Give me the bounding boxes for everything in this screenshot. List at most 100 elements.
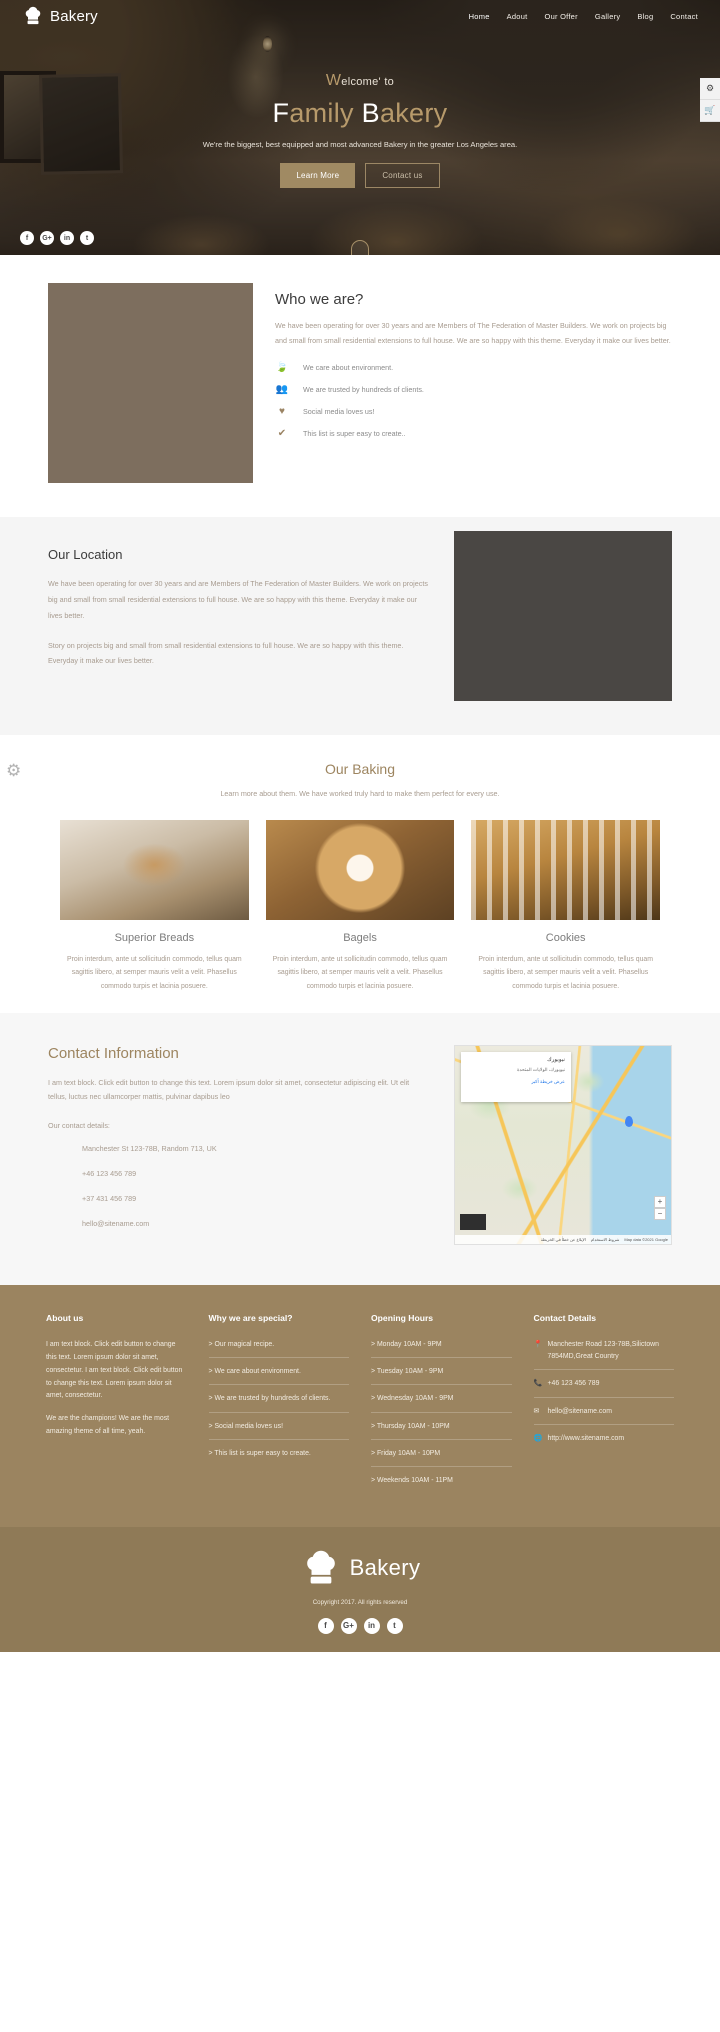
map-info-link[interactable]: عرض خريطة أكبر — [467, 1079, 565, 1085]
shopping-cart-icon[interactable]: 🛒 — [700, 100, 720, 122]
contact-email[interactable]: hello@sitename.com — [82, 1219, 428, 1228]
location-body: Our Location We have been operating for … — [48, 547, 430, 701]
chef-hat-icon — [306, 1550, 335, 1584]
bakery-landing-page: Bakery Home Adout Our Offer Gallery Blog… — [0, 0, 720, 1652]
site-logo[interactable]: Bakery — [22, 6, 98, 26]
footer-bottom-bar: Bakery Copyright 2017. All rights reserv… — [0, 1526, 720, 1652]
product-image-breads — [60, 820, 249, 920]
footer-address-row: 📍 Manchester Road 123-78B,Silictown 7854… — [533, 1339, 674, 1371]
map-report-link[interactable]: الإبلاغ عن خطأ في الخريطة — [541, 1237, 586, 1242]
footer-logo[interactable]: Bakery — [0, 1549, 720, 1587]
contact-title: Contact Information — [48, 1045, 179, 1063]
facebook-icon[interactable]: f — [20, 231, 34, 245]
footer-hours-title: Opening Hours — [371, 1313, 434, 1324]
footer-website-text[interactable]: http://www.sitename.com — [548, 1433, 625, 1445]
who-we-are-paragraph: We have been operating for over 30 years… — [275, 321, 671, 346]
google-plus-icon[interactable]: G+ — [40, 231, 54, 245]
footer-address-text: Manchester Road 123-78B,Silictown 7854MD… — [547, 1341, 659, 1360]
globe-icon: 🌐 — [533, 1435, 543, 1443]
feature-label: This list is super easy to create.. — [303, 429, 406, 439]
main-navigation: Bakery Home Adout Our Offer Gallery Blog… — [0, 0, 720, 32]
contact-phone-2: +37 431 456 789 — [82, 1194, 137, 1204]
twitter-icon[interactable]: t — [80, 231, 94, 245]
list-item: > Friday 10AM - 10PM — [371, 1448, 512, 1467]
hero-welcome-rest: elcome' to — [341, 76, 395, 88]
copyright-text: Copyright 2017. All rights reserved — [312, 1598, 408, 1606]
feature-label: We care about environment. — [303, 363, 394, 373]
gear-icon[interactable]: ⚙ — [6, 761, 21, 781]
side-tools-panel: ⚙ 🛒 — [700, 78, 720, 122]
nav-menu: Home Adout Our Offer Gallery Blog Contac… — [469, 12, 698, 21]
footer-email-text[interactable]: hello@sitename.com — [548, 1406, 612, 1418]
bread-tray-image — [48, 283, 253, 483]
nav-item-gallery[interactable]: Gallery — [595, 12, 621, 21]
contact-us-button[interactable]: Contact us — [365, 163, 440, 189]
contact-paragraph: I am text block. Click edit button to ch… — [48, 1078, 410, 1102]
facebook-icon[interactable]: f — [317, 1617, 334, 1634]
scroll-down-indicator[interactable] — [351, 240, 369, 255]
list-item[interactable]: > We are trusted by hundreds of clients. — [208, 1393, 349, 1413]
contact-left-column: Contact Information I am text block. Cli… — [48, 1045, 428, 1245]
product-title: Superior Breads — [114, 932, 195, 944]
hero-buttons: Learn More Contact us — [0, 163, 720, 189]
footer-column-hours: Opening Hours > Monday 10AM - 9PM > Tues… — [371, 1313, 512, 1500]
footer-column-about: About us I am text block. Click edit but… — [46, 1313, 187, 1500]
product-card[interactable]: Superior Breads Proin interdum, ante ut … — [60, 820, 249, 993]
google-map[interactable]: نيويورك نيويورك، الولايات المتحدة عرض خر… — [454, 1045, 672, 1246]
hero-title-b: B — [361, 98, 380, 128]
map-zoom-out-button[interactable]: − — [654, 1208, 666, 1221]
our-location-section: Our Location We have been operating for … — [0, 517, 720, 735]
who-we-are-title: Who we are? — [275, 291, 364, 308]
list-item[interactable]: > We care about environment. — [208, 1366, 349, 1386]
nav-item-our-offer[interactable]: Our Offer — [544, 12, 577, 21]
map-zoom-in-button[interactable]: + — [654, 1196, 666, 1209]
product-card[interactable]: Cookies Proin interdum, ante ut sollicit… — [471, 820, 661, 993]
feature-item-clients: 👥 We are trusted by hundreds of clients. — [275, 384, 672, 395]
location-paragraph-2: Story on projects big and small from sma… — [48, 640, 404, 666]
map-attribution: الإبلاغ عن خطأ في الخريطة شروط الاستخدام… — [455, 1235, 671, 1245]
linkedin-icon[interactable]: in — [363, 1617, 380, 1634]
envelope-icon: ✉ — [533, 1407, 540, 1415]
nav-item-contact[interactable]: Contact — [670, 12, 698, 21]
product-description: Proin interdum, ante ut sollicitudin com… — [478, 956, 653, 990]
linkedin-icon[interactable]: in — [60, 231, 74, 245]
map-terms-link[interactable]: شروط الاستخدام — [591, 1237, 620, 1242]
nav-item-blog[interactable]: Blog — [637, 12, 653, 21]
learn-more-button[interactable]: Learn More — [280, 163, 356, 189]
hero-subtitle: We're the biggest, best equipped and mos… — [202, 140, 518, 149]
footer-hours-list: > Monday 10AM - 9PM > Tuesday 10AM - 9PM… — [371, 1339, 512, 1492]
list-item: > Wednesday 10AM - 9PM — [371, 1393, 512, 1413]
map-zoom-controls: + − — [654, 1196, 666, 1221]
who-we-are-section: Who we are? We have been operating for o… — [0, 255, 720, 517]
feature-label: We are trusted by hundreds of clients. — [303, 385, 424, 395]
hero-content: Welcome' to Family Bakery We're the bigg… — [0, 72, 720, 189]
list-item: > Monday 10AM - 9PM — [371, 1339, 512, 1359]
location-title: Our Location — [48, 547, 123, 562]
contact-information-section: Contact Information I am text block. Cli… — [0, 1013, 720, 1286]
footer-phone-text[interactable]: +46 123 456 789 — [548, 1378, 600, 1390]
product-title: Bagels — [343, 932, 377, 944]
contact-address: Manchester St 123-78B, Random 713, UK — [82, 1144, 217, 1154]
list-item[interactable]: > Our magical recipe. — [208, 1339, 349, 1359]
map-pin-icon: 📍 — [533, 1341, 543, 1349]
contact-details-list: Manchester St 123-78B, Random 713, UK +4… — [48, 1144, 428, 1228]
feature-item-social: ♥ Social media loves us! — [275, 406, 672, 417]
heart-icon: ♥ — [279, 406, 285, 418]
hero-section: Bakery Home Adout Our Offer Gallery Blog… — [0, 0, 720, 255]
nav-item-home[interactable]: Home — [469, 12, 490, 21]
our-baking-section: ⚙ Our Baking Learn more about them. We h… — [0, 735, 720, 1014]
list-item[interactable]: > This list is super easy to create. — [209, 1448, 350, 1466]
twitter-icon[interactable]: t — [386, 1617, 403, 1634]
site-logo-text: Bakery — [50, 7, 98, 25]
product-card[interactable]: Bagels Proin interdum, ante ut sollicitu… — [265, 820, 455, 993]
hero-welcome-text: Welcome' to — [0, 72, 720, 90]
footer-phone-row: 📞 +46 123 456 789 — [533, 1378, 674, 1398]
google-plus-icon[interactable]: G+ — [340, 1617, 357, 1634]
hero-title: Family Bakery — [0, 98, 720, 129]
gear-settings-icon[interactable]: ⚙ — [700, 78, 720, 100]
product-description: Proin interdum, ante ut sollicitudin com… — [67, 956, 242, 990]
product-image-bagels — [265, 820, 455, 920]
list-item[interactable]: > Social media loves us! — [208, 1421, 349, 1440]
hero-welcome-initial: W — [325, 72, 342, 89]
nav-item-about[interactable]: Adout — [507, 12, 528, 21]
